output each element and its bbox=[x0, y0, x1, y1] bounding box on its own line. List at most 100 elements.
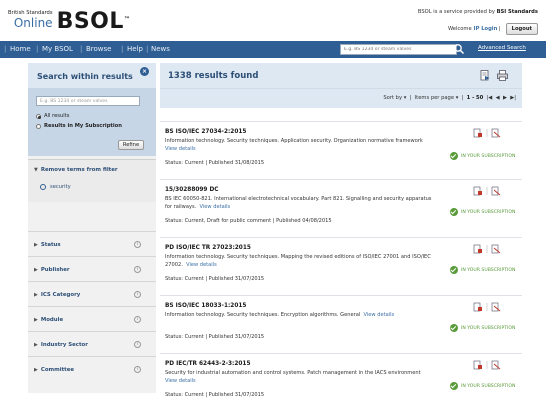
pdf-icon[interactable] bbox=[491, 360, 501, 370]
sidebar-title: Search within results bbox=[37, 72, 133, 81]
radio-selected-icon bbox=[36, 113, 41, 119]
welcome-text: Welcome bbox=[447, 26, 472, 32]
check-circle-icon bbox=[450, 324, 458, 332]
info-icon[interactable]: i bbox=[134, 291, 141, 298]
dropdown-icon: ▾ bbox=[403, 95, 407, 101]
subscription-badge: IN YOUR SUBSCRIPTION bbox=[450, 324, 515, 332]
dropdown-icon: ▾ bbox=[455, 95, 459, 101]
result-code[interactable]: BS ISO/IEC 18033-1:2015 bbox=[165, 303, 246, 309]
within-results-input[interactable]: E.g. BS 1234 or steam valves bbox=[36, 96, 140, 106]
radio-my-subscription[interactable]: Results in My Subscription bbox=[36, 123, 122, 129]
active-term-security[interactable]: security bbox=[40, 184, 71, 190]
info-icon[interactable]: i bbox=[134, 241, 141, 248]
result-status: Status: Current, Draft for public commen… bbox=[165, 218, 332, 224]
bsol-logo[interactable]: British Standards Online BSOL™ bbox=[8, 10, 130, 36]
check-circle-icon bbox=[450, 208, 458, 216]
filter-sidebar: Search within results × E.g. BS 1234 or … bbox=[28, 63, 156, 393]
view-details-link[interactable]: View details bbox=[200, 204, 231, 210]
info-icon[interactable]: i bbox=[134, 266, 141, 273]
pdf-icon[interactable] bbox=[491, 302, 501, 312]
radio-unselected-icon bbox=[36, 123, 41, 129]
remove-terms-toggle[interactable]: ▼ Remove terms from filter bbox=[34, 167, 118, 173]
triangle-right-icon: ▶ bbox=[34, 292, 38, 298]
result-code[interactable]: PD ISO/IEC TR 27023:2015 bbox=[165, 245, 251, 251]
triangle-right-icon: ▶ bbox=[34, 367, 38, 373]
brand-online-text: Online bbox=[13, 16, 53, 30]
facet-publisher[interactable]: ▶ Publisher i bbox=[28, 256, 156, 281]
nav-news[interactable]: News bbox=[151, 45, 170, 53]
info-icon[interactable]: i bbox=[134, 316, 141, 323]
ip-login-link[interactable]: IP Login bbox=[474, 26, 498, 32]
check-circle-icon bbox=[450, 382, 458, 390]
nav-help[interactable]: Help bbox=[127, 45, 143, 53]
logout-button[interactable]: Logout bbox=[505, 23, 538, 35]
add-to-list-icon[interactable] bbox=[473, 244, 482, 254]
remove-term-icon[interactable] bbox=[40, 184, 46, 190]
subscription-badge: IN YOUR SUBSCRIPTION bbox=[450, 382, 515, 390]
search-icon[interactable] bbox=[453, 43, 465, 55]
radio-all-results[interactable]: All results bbox=[36, 113, 69, 119]
document-actions bbox=[473, 360, 501, 370]
export-icon[interactable] bbox=[480, 70, 490, 81]
sort-by-dropdown[interactable]: Sort by ▾ bbox=[383, 95, 406, 101]
pdf-icon[interactable] bbox=[491, 244, 501, 254]
result-status: Status: Current | Published 31/07/2015 bbox=[165, 334, 265, 340]
prev-page-icon[interactable]: ◀ bbox=[496, 95, 500, 101]
triangle-right-icon: ▶ bbox=[34, 267, 38, 273]
print-icon[interactable] bbox=[497, 70, 508, 81]
first-page-icon[interactable]: |◀ bbox=[487, 95, 493, 101]
nav-home[interactable]: Home bbox=[10, 45, 31, 53]
facet-status[interactable]: ▶ Status i bbox=[28, 231, 156, 256]
facet-ics-category[interactable]: ▶ ICS Category i bbox=[28, 281, 156, 306]
add-to-list-icon[interactable] bbox=[473, 186, 482, 196]
info-icon[interactable]: i bbox=[134, 366, 141, 373]
pdf-icon[interactable] bbox=[491, 128, 501, 138]
advanced-search-link[interactable]: Advanced Search bbox=[478, 45, 526, 51]
close-icon[interactable]: × bbox=[140, 67, 149, 76]
sidebar-header: Search within results × bbox=[28, 63, 156, 88]
next-page-icon[interactable]: ▶ bbox=[503, 95, 507, 101]
subscription-badge: IN YOUR SUBSCRIPTION bbox=[450, 266, 515, 274]
welcome-bar: Welcome IP Login | Logout bbox=[448, 23, 538, 35]
result-description: Information technology. Security techniq… bbox=[165, 312, 395, 318]
view-details-link[interactable]: View details bbox=[165, 378, 196, 384]
document-actions bbox=[473, 128, 501, 138]
results-header: 1338 results found bbox=[160, 63, 522, 88]
add-to-list-icon[interactable] bbox=[473, 128, 482, 138]
results-count: 1338 results found bbox=[168, 71, 259, 81]
result-code[interactable]: 15/30288099 DC bbox=[165, 187, 219, 193]
triangle-right-icon: ▶ bbox=[34, 317, 38, 323]
add-to-list-icon[interactable] bbox=[473, 302, 482, 312]
page-range: 1 - 50 bbox=[466, 95, 484, 101]
result-item: BS ISO/IEC 27034-2:2015 Information tech… bbox=[160, 121, 522, 174]
top-search-box bbox=[340, 44, 457, 55]
view-details-link[interactable]: View details bbox=[364, 312, 395, 318]
result-code[interactable]: PD IEC/TR 62443-2-3:2015 bbox=[165, 361, 251, 367]
provider-name: BSI Standards bbox=[496, 9, 538, 15]
top-search-input[interactable] bbox=[341, 45, 441, 54]
facet-committee[interactable]: ▶ Committee i bbox=[28, 356, 156, 381]
result-item: 15/30288099 DC BS IEC 60050-821. Interna… bbox=[160, 179, 522, 232]
result-status: Status: Current | Published 31/07/2015 bbox=[165, 276, 265, 282]
view-details-link[interactable]: View details bbox=[186, 262, 217, 268]
items-per-page-dropdown[interactable]: Items per page ▾ bbox=[415, 95, 459, 101]
nav-browse[interactable]: Browse bbox=[86, 45, 112, 53]
nav-my-bsol[interactable]: My BSOL bbox=[42, 45, 73, 53]
document-actions bbox=[473, 186, 501, 196]
remove-terms-section: ▼ Remove terms from filter security bbox=[28, 159, 156, 202]
within-results-form: E.g. BS 1234 or steam valves All results… bbox=[28, 88, 156, 156]
facet-industry-sector[interactable]: ▶ Industry Sector i bbox=[28, 331, 156, 356]
add-to-list-icon[interactable] bbox=[473, 360, 482, 370]
pdf-icon[interactable] bbox=[491, 186, 501, 196]
last-page-icon[interactable]: ▶| bbox=[510, 95, 516, 101]
result-code[interactable]: BS ISO/IEC 27034-2:2015 bbox=[165, 129, 246, 135]
result-item: PD IEC/TR 62443-2-3:2015 Security for in… bbox=[160, 353, 522, 406]
info-icon[interactable]: i bbox=[134, 341, 141, 348]
result-description: Information technology. Security techniq… bbox=[165, 138, 423, 152]
view-details-link[interactable]: View details bbox=[165, 146, 196, 152]
facet-module[interactable]: ▶ Module i bbox=[28, 306, 156, 331]
result-status: Status: Current | Published 31/08/2015 bbox=[165, 160, 265, 166]
result-item: BS ISO/IEC 18033-1:2015 Information tech… bbox=[160, 295, 522, 348]
refine-button[interactable]: Refine bbox=[118, 140, 144, 150]
result-description: Security for industrial automation and c… bbox=[165, 370, 421, 384]
